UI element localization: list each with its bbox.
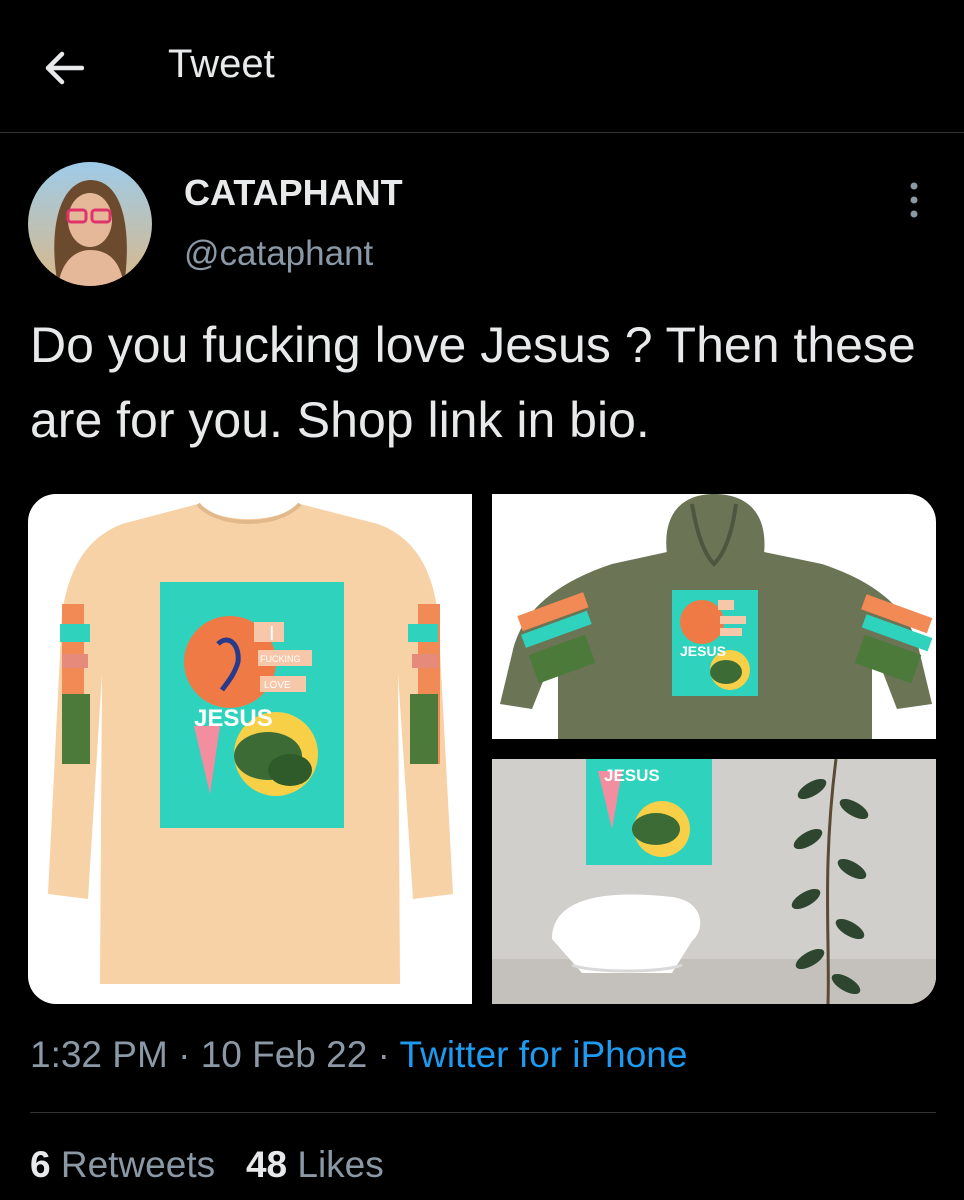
likes-stat[interactable]: 48 Likes: [246, 1144, 384, 1185]
display-name[interactable]: CATAPHANT: [184, 172, 403, 214]
avatar[interactable]: [28, 162, 152, 286]
print-word-4: JESUS: [194, 705, 273, 732]
print-word-3: LOVE: [264, 680, 291, 691]
hoodie-print-word: JESUS: [680, 643, 726, 659]
tweet-time[interactable]: 1:32 PM: [30, 1034, 168, 1075]
media-longsleeve-shirt[interactable]: I FUCKING LOVE JESUS: [28, 494, 472, 1004]
page-title: Tweet: [168, 42, 275, 86]
tweet-date[interactable]: 10 Feb 22: [201, 1034, 368, 1075]
tweet-source-link[interactable]: Twitter for iPhone: [400, 1034, 688, 1075]
tweet-metadata: 1:32 PM · 10 Feb 22 · Twitter for iPhone: [30, 1034, 687, 1076]
retweets-label: Retweets: [60, 1144, 216, 1185]
top-bar: Tweet: [0, 0, 964, 133]
back-arrow-icon[interactable]: [40, 44, 88, 92]
user-handle[interactable]: @cataphant: [184, 234, 373, 274]
retweets-count: 6: [30, 1144, 51, 1185]
divider: [30, 1112, 936, 1113]
engagement-stats: 6 Retweets 48 Likes: [30, 1144, 384, 1186]
media-grid: I FUCKING LOVE JESUS JESUS JESUS: [28, 494, 936, 1004]
media-poster-room[interactable]: JESUS: [492, 759, 936, 1004]
likes-count: 48: [245, 1144, 288, 1185]
more-options-icon[interactable]: [896, 176, 932, 224]
print-word-2: FUCKING: [260, 654, 301, 664]
tweet-text: Do you fucking love Jesus ? Then these a…: [30, 317, 916, 448]
separator: ·: [367, 1034, 400, 1075]
retweets-stat[interactable]: 6 Retweets: [30, 1144, 215, 1185]
separator: ·: [167, 1034, 201, 1075]
print-word-1: I: [269, 623, 275, 645]
likes-label: Likes: [297, 1144, 384, 1185]
poster-print-word: JESUS: [604, 766, 660, 785]
media-hoodie[interactable]: JESUS: [492, 494, 936, 739]
